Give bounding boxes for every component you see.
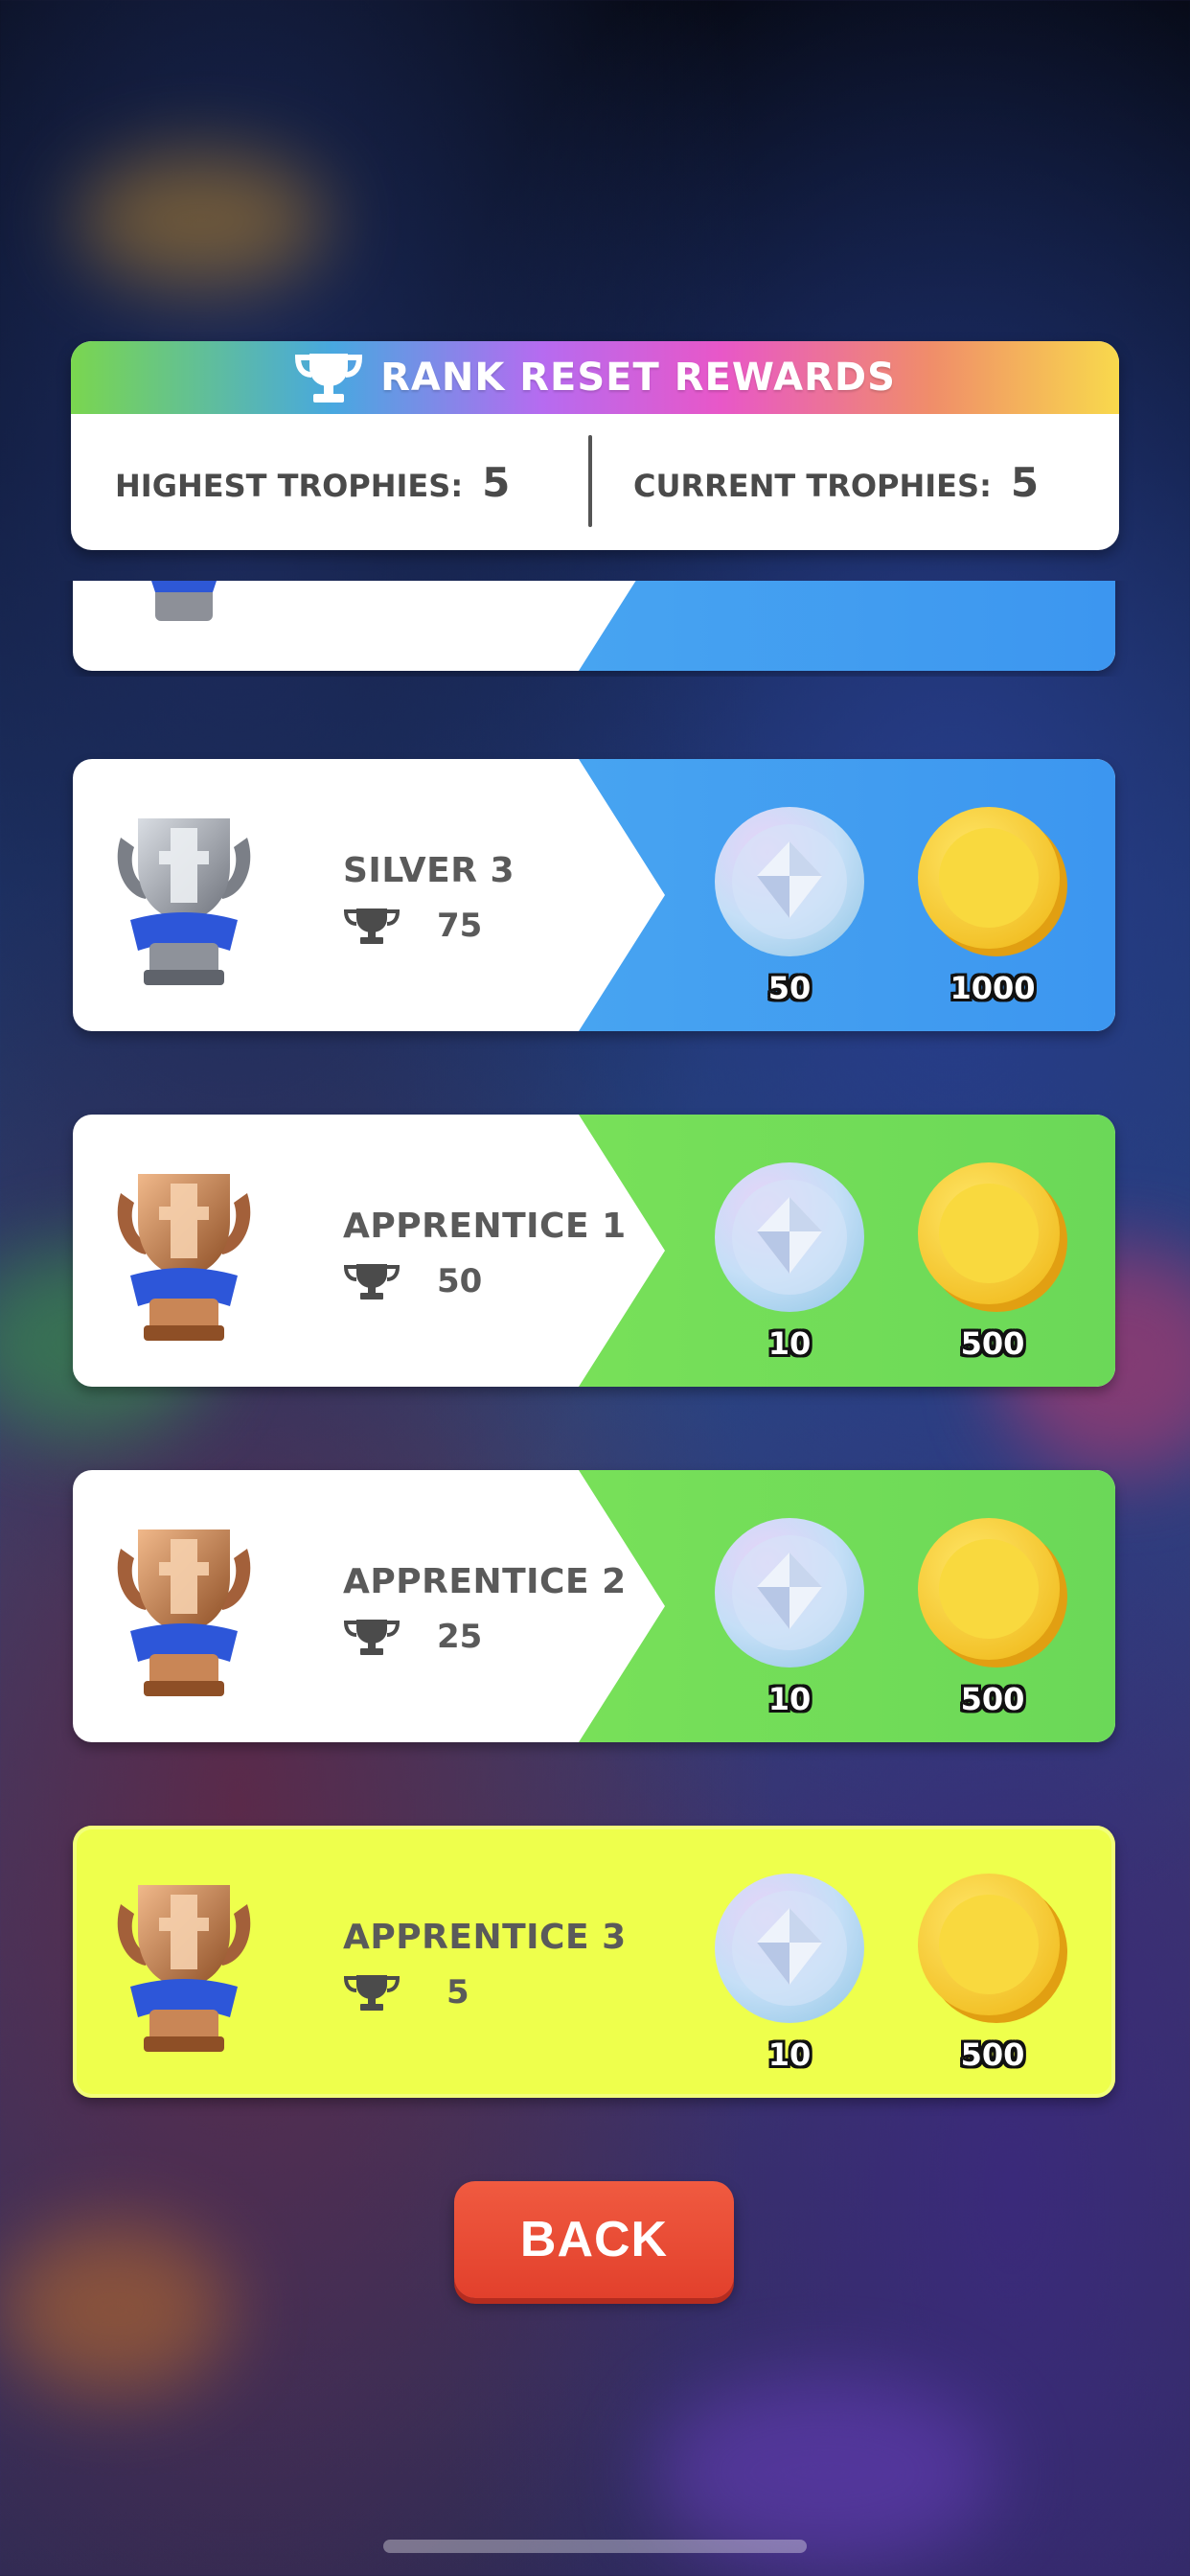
gem-icon <box>715 1162 864 1312</box>
current-trophies-label: CURRENT TROPHIES: <box>633 467 992 504</box>
coin-icon <box>918 1874 1067 2023</box>
header-band: RANK RESET REWARDS <box>71 341 1119 414</box>
coin-icon <box>918 807 1067 956</box>
highest-trophies: HIGHEST TROPHIES: 5 <box>71 459 601 506</box>
coin-amount: 500 <box>960 1325 1025 1362</box>
rank-name: APPRENTICE 1 <box>343 1207 627 1246</box>
rank-reward-card: APPRENTICE 1 50 10 500 <box>73 1115 1115 1387</box>
highest-trophies-value: 5 <box>482 458 511 506</box>
highest-trophies-label: HIGHEST TROPHIES: <box>115 467 464 504</box>
rank-reward-card: APPRENTICE 2 25 10 500 <box>73 1470 1115 1742</box>
trophy-icon <box>343 1264 400 1300</box>
trophy-icon <box>343 1620 400 1655</box>
rank-trophies: 75 <box>437 907 483 945</box>
coin-icon <box>918 1162 1067 1312</box>
gem-amount: 10 <box>767 2036 812 2073</box>
gem-icon <box>715 1874 864 2023</box>
coin-amount: 500 <box>960 1681 1025 1717</box>
rank-reward-card: 50 1000 <box>73 581 1115 671</box>
trophy-icon <box>295 354 363 402</box>
background-blur <box>77 153 326 288</box>
gem-amount: 50 <box>767 970 812 1006</box>
silver-trophy-icon <box>117 818 251 985</box>
coin-amount: 500 <box>960 2036 1025 2073</box>
coin-amount: 1000 <box>950 970 1036 1006</box>
back-button[interactable]: BACK <box>454 2181 734 2298</box>
gem-amount: 10 <box>767 1681 812 1717</box>
rank-name: APPRENTICE 3 <box>343 1918 627 1957</box>
bronze-trophy-icon <box>117 1174 251 1341</box>
gem-icon <box>715 1518 864 1668</box>
rank-trophies: 25 <box>437 1618 483 1656</box>
trophy-icon <box>343 1975 400 2011</box>
background-blur <box>0 2223 230 2396</box>
rank-name: APPRENTICE 2 <box>343 1562 627 1601</box>
rank-trophies: 50 <box>437 1262 483 1300</box>
stats-divider <box>588 435 592 527</box>
rank-name: SILVER 3 <box>343 851 515 890</box>
current-trophies: CURRENT TROPHIES: 5 <box>601 459 1119 506</box>
trophy-stats: HIGHEST TROPHIES: 5 CURRENT TROPHIES: 5 <box>71 414 1119 550</box>
gem-icon <box>715 807 864 956</box>
rank-trophies: 5 <box>446 1973 469 2012</box>
rank-reward-card-current: APPRENTICE 3 5 10 500 <box>73 1826 1115 2098</box>
gem-amount: 10 <box>767 1325 812 1362</box>
bronze-trophy-icon <box>117 1530 251 1696</box>
rank-reset-header: RANK RESET REWARDS HIGHEST TROPHIES: 5 C… <box>71 341 1119 550</box>
coin-icon <box>918 1518 1067 1668</box>
trophy-icon <box>343 908 400 944</box>
bronze-trophy-icon <box>117 1885 251 2052</box>
rank-reward-card: SILVER 3 75 50 1000 <box>73 759 1115 1031</box>
home-indicator[interactable] <box>383 2540 807 2553</box>
silver-trophy-icon <box>151 581 217 621</box>
reward-list-viewport[interactable]: 50 1000 <box>0 581 1190 677</box>
header-title: RANK RESET REWARDS <box>380 356 896 400</box>
current-trophies-value: 5 <box>1010 458 1040 506</box>
